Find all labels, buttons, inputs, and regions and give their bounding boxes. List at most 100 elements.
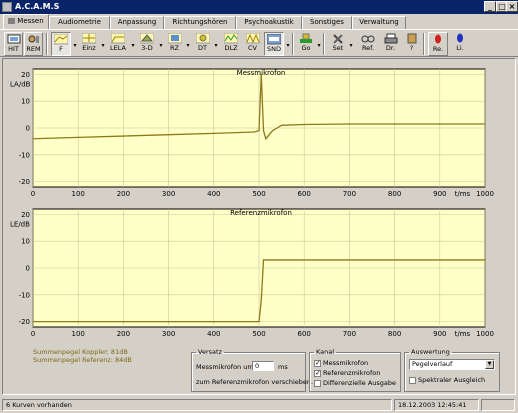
f-button[interactable]: F bbox=[51, 32, 71, 56]
rem-icon bbox=[28, 35, 39, 43]
dr-button[interactable]: Dr. bbox=[381, 32, 400, 56]
einz-button[interactable]: Einz bbox=[79, 32, 99, 56]
set-dropdown-icon[interactable]: ▾ bbox=[348, 42, 354, 49]
x-tick-label: 300 bbox=[162, 330, 175, 338]
tab-audiometrie[interactable]: Audiometrie bbox=[49, 16, 110, 29]
series-point bbox=[265, 138, 267, 140]
3d-dropdown-icon[interactable]: ▾ bbox=[158, 42, 164, 49]
chevron-down-icon[interactable]: ▼ bbox=[485, 360, 494, 369]
series-point bbox=[32, 138, 34, 140]
ref-button[interactable]: Ref. bbox=[358, 32, 378, 56]
y-tick-label: 0 bbox=[26, 265, 30, 273]
series-point bbox=[77, 136, 79, 138]
app-window: A.C.A.M.S _ □ × Messen Audiometrie Anpas… bbox=[0, 0, 518, 413]
dlz-button[interactable]: DLZ bbox=[221, 32, 241, 56]
versatz-label2: zum Referenzmikrofon verschieben. bbox=[196, 378, 314, 386]
rz-button[interactable]: RZ bbox=[165, 32, 184, 56]
tab-psychoakustik[interactable]: Psychoakustik bbox=[236, 16, 302, 29]
right-ear-button[interactable]: Re. bbox=[428, 32, 448, 56]
x-tick-label: 0 bbox=[31, 330, 35, 338]
x-tick-label: 100 bbox=[72, 190, 85, 198]
go-dropdown-icon[interactable]: ▾ bbox=[316, 42, 322, 49]
hit-button[interactable]: HIT bbox=[4, 32, 23, 56]
auswertung-selected: Pegelverlauf bbox=[412, 360, 453, 368]
tab-richtungshoeren[interactable]: Richtungshören bbox=[164, 16, 236, 29]
series-point bbox=[348, 259, 350, 261]
series-point bbox=[303, 123, 305, 126]
minimize-button[interactable]: _ bbox=[484, 1, 496, 12]
checkbox-spektraler-ausgleich[interactable] bbox=[409, 376, 416, 384]
left-ear-icon bbox=[457, 33, 463, 43]
series-point bbox=[32, 321, 34, 323]
x-tick-label: 200 bbox=[117, 330, 130, 338]
rz-dropdown-icon[interactable]: ▾ bbox=[185, 42, 191, 49]
dt-button[interactable]: DT bbox=[193, 32, 212, 56]
kanal-option-messmikrofon[interactable]: ✓ Messmikrofon bbox=[314, 359, 368, 367]
help-icon bbox=[407, 33, 416, 44]
spektraler-ausgleich-option[interactable]: Spektraler Ausgleich bbox=[409, 376, 485, 384]
x-tick-label: 0 bbox=[31, 190, 35, 198]
glasses-icon bbox=[361, 35, 375, 43]
tab-anpassung[interactable]: Anpassung bbox=[110, 16, 164, 29]
kanal-option-differenziell[interactable]: Differenzielle Ausgabe bbox=[314, 379, 396, 387]
close-button[interactable]: × bbox=[506, 1, 518, 12]
versatz-legend: Versatz bbox=[198, 348, 222, 356]
series-point bbox=[348, 123, 350, 125]
kanal-option-referenzmikrofon[interactable]: ✓ Referenzmikrofon bbox=[314, 369, 380, 377]
f-dropdown-icon[interactable]: ▾ bbox=[72, 42, 78, 49]
tab-messen[interactable]: Messen bbox=[3, 14, 49, 29]
einz-dropdown-icon[interactable]: ▾ bbox=[100, 42, 106, 49]
auswertung-legend: Auswertung bbox=[411, 348, 450, 356]
y-tick-label: -10 bbox=[19, 151, 30, 159]
help-button[interactable]: ? bbox=[403, 32, 420, 56]
versatz-input[interactable]: 0 bbox=[252, 361, 274, 371]
x-tick-label: 1000 bbox=[476, 330, 494, 338]
x-tick-label: 900 bbox=[433, 330, 446, 338]
toolbar-separator bbox=[423, 33, 425, 55]
y-tick-label: 10 bbox=[21, 98, 30, 106]
lela-dropdown-icon[interactable]: ▾ bbox=[130, 42, 136, 49]
dt-dropdown-icon[interactable]: ▾ bbox=[213, 42, 219, 49]
checkbox-differenziell[interactable] bbox=[314, 379, 321, 387]
snd-dropdown-icon[interactable]: ▾ bbox=[285, 42, 291, 49]
right-ear-icon bbox=[435, 34, 441, 44]
versatz-label: Messmikrofon um: bbox=[196, 363, 256, 371]
auswertung-select[interactable]: Pegelverlauf ▼ bbox=[409, 359, 495, 370]
x-tick-label: 500 bbox=[252, 330, 265, 338]
series-point bbox=[213, 132, 215, 134]
x-tick-label: 400 bbox=[207, 190, 220, 198]
tab-sonstiges[interactable]: Sonstiges bbox=[302, 16, 352, 29]
summary-levels: Summenpegel Koppler: 81dB Summenpegel Re… bbox=[33, 348, 132, 364]
title-bar: A.C.A.M.S _ □ × bbox=[0, 0, 518, 14]
plot-title: Referenzmikrofon bbox=[230, 209, 292, 217]
series-point bbox=[168, 134, 170, 136]
go-icon bbox=[300, 33, 312, 43]
measurement-panel: 0 100 200 300 400 500 600 700 800 900 1000 20 10 0 -10… bbox=[2, 58, 516, 395]
series-point bbox=[439, 259, 441, 261]
rem-button[interactable]: REM bbox=[24, 32, 43, 56]
left-ear-button[interactable]: Li. bbox=[450, 32, 470, 56]
go-button[interactable]: Go bbox=[297, 32, 315, 56]
x-tick-label: 400 bbox=[207, 330, 220, 338]
hit-icon bbox=[7, 34, 20, 44]
series-point bbox=[267, 135, 269, 137]
checkbox-messmikrofon[interactable]: ✓ bbox=[314, 359, 321, 367]
3d-icon bbox=[140, 33, 154, 44]
y-axis-label: LA/dB bbox=[10, 80, 31, 88]
x-tick-label: 600 bbox=[298, 190, 311, 198]
x-tick-label: 800 bbox=[388, 330, 401, 338]
tab-verwaltung[interactable]: Verwaltung bbox=[352, 16, 406, 29]
status-extra bbox=[481, 399, 515, 411]
snd-button[interactable]: SND bbox=[264, 32, 284, 56]
toolbar-separator bbox=[323, 33, 325, 55]
x-tick-label: 1000 bbox=[476, 190, 494, 198]
series-point bbox=[394, 123, 396, 125]
tools-icon bbox=[333, 34, 343, 44]
y-axis-label: LE/dB bbox=[10, 220, 30, 228]
3d-button[interactable]: 3-D bbox=[137, 32, 157, 56]
lela-button[interactable]: LELA bbox=[107, 32, 129, 56]
set-button[interactable]: Set bbox=[329, 32, 347, 56]
cv-button[interactable]: CV bbox=[243, 32, 262, 56]
plot-2: 0 100 200 300 400 500 600 700 800 900 100020100-10… bbox=[10, 208, 494, 338]
checkbox-referenzmikrofon[interactable]: ✓ bbox=[314, 369, 321, 377]
